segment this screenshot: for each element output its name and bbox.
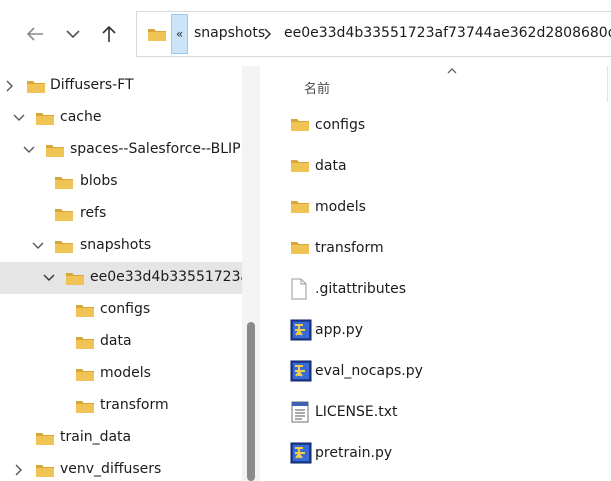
tree-item-label: venv_diffusers — [60, 461, 162, 477]
tree-item-snapshots[interactable]: snapshots — [0, 230, 242, 262]
file-item-transform[interactable]: transform — [288, 231, 608, 267]
chevron-down-icon[interactable] — [13, 111, 25, 125]
chevron-right-icon[interactable] — [4, 79, 16, 93]
file-name: pretrain.py — [315, 445, 393, 461]
tree-item-label: ee0e33d4b33551723af — [90, 269, 255, 285]
tree-item-ee0e33d4b33551723af[interactable]: ee0e33d4b33551723af — [0, 262, 254, 294]
tree-item-label: train_data — [60, 429, 132, 445]
back-button[interactable] — [20, 18, 50, 50]
toolbar: « snapshots ee0e33d4b33551723af73744ae36… — [0, 0, 611, 66]
tree-item-label: models — [100, 365, 151, 381]
folder-icon — [36, 465, 54, 477]
folder-icon — [291, 201, 309, 213]
folder-icon — [76, 369, 94, 381]
folder-icon — [55, 177, 73, 189]
tree-item-label: blobs — [80, 173, 118, 189]
folder-icon — [55, 241, 73, 253]
tree-item-diffusers-ft[interactable]: Diffusers-FT — [0, 70, 242, 102]
arrow-up-icon — [102, 25, 116, 42]
file-name: models — [315, 199, 366, 215]
folder-icon — [27, 81, 45, 93]
up-button[interactable] — [94, 18, 124, 50]
file-item-pretrain-py[interactable]: pretrain.py — [288, 436, 608, 472]
folder-icon — [55, 209, 73, 221]
tree-item-configs[interactable]: configs — [0, 294, 242, 326]
folder-icon — [66, 273, 84, 285]
tree-item-transform[interactable]: transform — [0, 390, 242, 422]
tree-item-data[interactable]: data — [0, 326, 242, 358]
file-name: configs — [315, 117, 366, 133]
breadcrumb-item-snapshots[interactable]: snapshots — [194, 25, 265, 41]
tree-item-venv-diffusers[interactable]: venv_diffusers — [0, 454, 242, 481]
file-name: data — [315, 158, 347, 174]
tree-item-train-data[interactable]: train_data — [0, 422, 242, 454]
arrow-left-icon — [26, 27, 43, 41]
tree-item-label: transform — [100, 397, 169, 413]
file-name: LICENSE.txt — [315, 404, 398, 420]
folder-icon — [76, 305, 94, 317]
tree-item-label: snapshots — [80, 237, 152, 253]
tree-item-spaces-salesforce-blip[interactable]: spaces--Salesforce--BLIP — [0, 134, 242, 166]
column-divider[interactable] — [607, 66, 608, 102]
recent-locations-button[interactable] — [58, 18, 88, 50]
chevron-down-icon[interactable] — [23, 143, 35, 157]
file-list: 名前 configs data models transform .gitatt… — [262, 66, 611, 481]
tree-item-label: Diffusers-FT — [50, 77, 134, 93]
file-name: app.py — [315, 322, 363, 338]
tree-scrollbar-thumb[interactable] — [247, 322, 255, 481]
tree-item-blobs[interactable]: blobs — [0, 166, 242, 198]
tree-item-label: refs — [80, 205, 107, 221]
address-bar[interactable]: « snapshots ee0e33d4b33551723af73744ae36… — [136, 11, 611, 57]
tree-item-label: data — [100, 333, 132, 349]
file-item-configs[interactable]: configs — [288, 108, 608, 144]
python-file-icon — [290, 360, 312, 382]
file-name: transform — [315, 240, 384, 256]
folder-icon — [36, 113, 54, 125]
sort-ascending-icon — [447, 68, 457, 74]
file-item-license-txt[interactable]: LICENSE.txt — [288, 395, 608, 431]
folder-icon — [46, 145, 64, 157]
folder-icon — [36, 433, 54, 445]
file-item-data[interactable]: data — [288, 149, 608, 185]
folder-icon — [291, 160, 309, 172]
python-file-icon — [290, 319, 312, 341]
column-header-name[interactable]: 名前 — [304, 78, 330, 97]
tree-item-models[interactable]: models — [0, 358, 242, 390]
tree-item-cache[interactable]: cache — [0, 102, 242, 134]
file-item-app-py[interactable]: app.py — [288, 313, 608, 349]
folder-icon — [147, 26, 167, 46]
folder-icon — [291, 242, 309, 254]
chevron-down-icon[interactable] — [32, 239, 44, 253]
chevron-down-icon[interactable] — [43, 271, 55, 285]
folder-icon — [76, 337, 94, 349]
python-file-icon — [290, 442, 312, 464]
tree-item-refs[interactable]: refs — [0, 198, 242, 230]
chevron-down-icon — [66, 30, 80, 39]
navigation-tree: Diffusers-FT cache spaces--Salesforce--B… — [0, 66, 260, 481]
file-item-gitattributes[interactable]: .gitattributes — [288, 272, 608, 308]
file-name: eval_nocaps.py — [315, 363, 423, 379]
file-item-models[interactable]: models — [288, 190, 608, 226]
chevron-right-icon[interactable] — [263, 27, 273, 45]
blank-file-icon — [291, 278, 307, 300]
folder-icon — [291, 119, 309, 131]
text-file-icon — [291, 401, 309, 423]
file-item-eval-nocaps-py[interactable]: eval_nocaps.py — [288, 354, 608, 390]
tree-item-label: configs — [100, 301, 151, 317]
breadcrumb-item-current[interactable]: ee0e33d4b33551723af73744ae362d2808680d04 — [284, 25, 611, 41]
file-name: .gitattributes — [315, 281, 407, 297]
tree-item-label: cache — [60, 109, 102, 125]
folder-icon — [76, 401, 94, 413]
breadcrumb-overflow-button[interactable]: « — [171, 14, 188, 54]
chevron-right-icon[interactable] — [13, 463, 25, 477]
tree-item-label: spaces--Salesforce--BLIP — [70, 141, 241, 157]
